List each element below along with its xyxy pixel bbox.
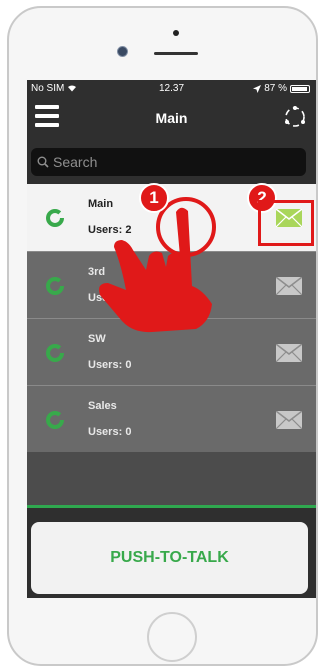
channel-name: SW bbox=[88, 333, 106, 345]
page-title: Main bbox=[155, 110, 188, 126]
channel-status-icon bbox=[46, 209, 64, 227]
mail-icon[interactable] bbox=[276, 411, 302, 429]
channel-users: Users: 0 bbox=[88, 359, 132, 371]
status-right: 87 % bbox=[253, 83, 310, 94]
mail-icon[interactable] bbox=[276, 344, 302, 362]
channel-users: Users: 0 bbox=[88, 292, 132, 304]
channel-status-icon bbox=[46, 411, 64, 429]
channel-name: Main bbox=[88, 198, 114, 210]
push-to-talk-button[interactable]: PUSH-TO-TALK bbox=[31, 522, 308, 594]
search-bar: Search bbox=[27, 142, 316, 184]
location-arrow-icon bbox=[253, 84, 262, 93]
nav-bar: Main bbox=[27, 98, 316, 142]
channel-status-icon bbox=[46, 277, 64, 295]
app-screen: No SIM 12.37 87 % Main Search Main Users… bbox=[27, 80, 316, 598]
front-camera bbox=[117, 46, 128, 57]
earpiece-speaker bbox=[154, 52, 198, 55]
search-icon bbox=[37, 156, 49, 168]
search-placeholder: Search bbox=[53, 154, 98, 170]
battery-percent: 87 % bbox=[264, 83, 287, 94]
battery-icon bbox=[290, 84, 310, 93]
home-button[interactable] bbox=[147, 612, 197, 662]
mail-highlight-box bbox=[258, 200, 314, 246]
channel-users: Users: 0 bbox=[88, 426, 132, 438]
channel-name: Sales bbox=[88, 400, 117, 412]
channel-row-sales[interactable]: Sales Users: 0 bbox=[27, 385, 316, 452]
mail-icon[interactable] bbox=[276, 277, 302, 295]
step-badge-1: 1 bbox=[139, 183, 169, 213]
channel-name: 3rd bbox=[88, 266, 106, 278]
status-bar: No SIM 12.37 87 % bbox=[27, 80, 316, 98]
front-sensor bbox=[173, 30, 179, 36]
channel-row-3rd[interactable]: 3rd Users: 0 bbox=[27, 251, 316, 318]
ptt-area: PUSH-TO-TALK bbox=[27, 505, 316, 598]
channel-dots-icon[interactable] bbox=[282, 104, 308, 130]
channel-row-sw[interactable]: SW Users: 0 bbox=[27, 318, 316, 385]
search-input[interactable]: Search bbox=[31, 148, 306, 176]
channel-users: Users: 2 bbox=[88, 224, 132, 236]
channel-status-icon bbox=[46, 344, 64, 362]
